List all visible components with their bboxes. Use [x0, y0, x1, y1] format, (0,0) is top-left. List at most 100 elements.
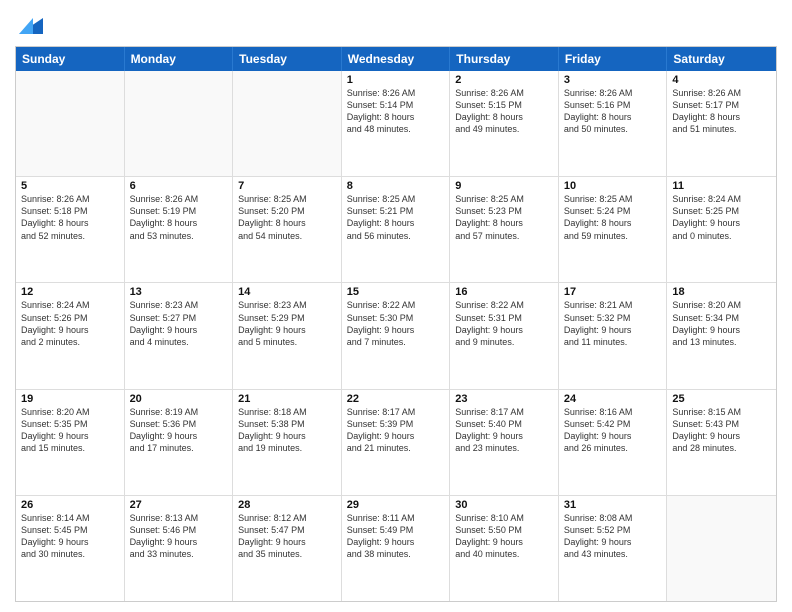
empty-cell — [16, 71, 125, 176]
day-cell-29: 29Sunrise: 8:11 AM Sunset: 5:49 PM Dayli… — [342, 496, 451, 601]
day-cell-6: 6Sunrise: 8:26 AM Sunset: 5:19 PM Daylig… — [125, 177, 234, 282]
calendar-body: 1Sunrise: 8:26 AM Sunset: 5:14 PM Daylig… — [16, 71, 776, 601]
day-info: Sunrise: 8:23 AM Sunset: 5:27 PM Dayligh… — [130, 299, 228, 348]
day-cell-3: 3Sunrise: 8:26 AM Sunset: 5:16 PM Daylig… — [559, 71, 668, 176]
day-cell-22: 22Sunrise: 8:17 AM Sunset: 5:39 PM Dayli… — [342, 390, 451, 495]
day-cell-31: 31Sunrise: 8:08 AM Sunset: 5:52 PM Dayli… — [559, 496, 668, 601]
day-number: 6 — [130, 180, 228, 192]
day-number: 11 — [672, 180, 771, 192]
day-info: Sunrise: 8:12 AM Sunset: 5:47 PM Dayligh… — [238, 512, 336, 561]
day-cell-15: 15Sunrise: 8:22 AM Sunset: 5:30 PM Dayli… — [342, 283, 451, 388]
day-cell-17: 17Sunrise: 8:21 AM Sunset: 5:32 PM Dayli… — [559, 283, 668, 388]
day-number: 18 — [672, 286, 771, 298]
empty-cell — [125, 71, 234, 176]
calendar: SundayMondayTuesdayWednesdayThursdayFrid… — [15, 46, 777, 602]
day-info: Sunrise: 8:26 AM Sunset: 5:19 PM Dayligh… — [130, 193, 228, 242]
header-day-monday: Monday — [125, 47, 234, 71]
day-cell-20: 20Sunrise: 8:19 AM Sunset: 5:36 PM Dayli… — [125, 390, 234, 495]
day-cell-8: 8Sunrise: 8:25 AM Sunset: 5:21 PM Daylig… — [342, 177, 451, 282]
day-number: 31 — [564, 499, 662, 511]
day-number: 13 — [130, 286, 228, 298]
day-info: Sunrise: 8:22 AM Sunset: 5:30 PM Dayligh… — [347, 299, 445, 348]
day-number: 2 — [455, 74, 553, 86]
day-number: 25 — [672, 393, 771, 405]
day-cell-10: 10Sunrise: 8:25 AM Sunset: 5:24 PM Dayli… — [559, 177, 668, 282]
day-number: 29 — [347, 499, 445, 511]
day-cell-14: 14Sunrise: 8:23 AM Sunset: 5:29 PM Dayli… — [233, 283, 342, 388]
day-number: 5 — [21, 180, 119, 192]
day-cell-12: 12Sunrise: 8:24 AM Sunset: 5:26 PM Dayli… — [16, 283, 125, 388]
day-info: Sunrise: 8:26 AM Sunset: 5:15 PM Dayligh… — [455, 87, 553, 136]
day-info: Sunrise: 8:20 AM Sunset: 5:35 PM Dayligh… — [21, 406, 119, 455]
day-number: 3 — [564, 74, 662, 86]
day-info: Sunrise: 8:15 AM Sunset: 5:43 PM Dayligh… — [672, 406, 771, 455]
header-day-wednesday: Wednesday — [342, 47, 451, 71]
day-info: Sunrise: 8:18 AM Sunset: 5:38 PM Dayligh… — [238, 406, 336, 455]
day-info: Sunrise: 8:20 AM Sunset: 5:34 PM Dayligh… — [672, 299, 771, 348]
week-row-2: 12Sunrise: 8:24 AM Sunset: 5:26 PM Dayli… — [16, 282, 776, 388]
day-info: Sunrise: 8:21 AM Sunset: 5:32 PM Dayligh… — [564, 299, 662, 348]
day-info: Sunrise: 8:22 AM Sunset: 5:31 PM Dayligh… — [455, 299, 553, 348]
day-cell-21: 21Sunrise: 8:18 AM Sunset: 5:38 PM Dayli… — [233, 390, 342, 495]
day-info: Sunrise: 8:17 AM Sunset: 5:40 PM Dayligh… — [455, 406, 553, 455]
day-info: Sunrise: 8:19 AM Sunset: 5:36 PM Dayligh… — [130, 406, 228, 455]
empty-cell — [667, 496, 776, 601]
day-info: Sunrise: 8:25 AM Sunset: 5:21 PM Dayligh… — [347, 193, 445, 242]
day-number: 30 — [455, 499, 553, 511]
day-info: Sunrise: 8:10 AM Sunset: 5:50 PM Dayligh… — [455, 512, 553, 561]
day-number: 19 — [21, 393, 119, 405]
day-number: 26 — [21, 499, 119, 511]
week-row-1: 5Sunrise: 8:26 AM Sunset: 5:18 PM Daylig… — [16, 176, 776, 282]
day-info: Sunrise: 8:11 AM Sunset: 5:49 PM Dayligh… — [347, 512, 445, 561]
day-number: 22 — [347, 393, 445, 405]
day-cell-19: 19Sunrise: 8:20 AM Sunset: 5:35 PM Dayli… — [16, 390, 125, 495]
day-cell-7: 7Sunrise: 8:25 AM Sunset: 5:20 PM Daylig… — [233, 177, 342, 282]
day-info: Sunrise: 8:24 AM Sunset: 5:25 PM Dayligh… — [672, 193, 771, 242]
header-day-sunday: Sunday — [16, 47, 125, 71]
header-day-thursday: Thursday — [450, 47, 559, 71]
day-info: Sunrise: 8:26 AM Sunset: 5:16 PM Dayligh… — [564, 87, 662, 136]
day-cell-26: 26Sunrise: 8:14 AM Sunset: 5:45 PM Dayli… — [16, 496, 125, 601]
day-info: Sunrise: 8:25 AM Sunset: 5:20 PM Dayligh… — [238, 193, 336, 242]
day-cell-25: 25Sunrise: 8:15 AM Sunset: 5:43 PM Dayli… — [667, 390, 776, 495]
day-cell-28: 28Sunrise: 8:12 AM Sunset: 5:47 PM Dayli… — [233, 496, 342, 601]
day-info: Sunrise: 8:14 AM Sunset: 5:45 PM Dayligh… — [21, 512, 119, 561]
day-info: Sunrise: 8:23 AM Sunset: 5:29 PM Dayligh… — [238, 299, 336, 348]
day-cell-18: 18Sunrise: 8:20 AM Sunset: 5:34 PM Dayli… — [667, 283, 776, 388]
page: SundayMondayTuesdayWednesdayThursdayFrid… — [0, 0, 792, 612]
day-cell-24: 24Sunrise: 8:16 AM Sunset: 5:42 PM Dayli… — [559, 390, 668, 495]
day-cell-5: 5Sunrise: 8:26 AM Sunset: 5:18 PM Daylig… — [16, 177, 125, 282]
day-cell-9: 9Sunrise: 8:25 AM Sunset: 5:23 PM Daylig… — [450, 177, 559, 282]
logo-icon — [15, 14, 45, 38]
day-number: 16 — [455, 286, 553, 298]
day-number: 9 — [455, 180, 553, 192]
day-info: Sunrise: 8:16 AM Sunset: 5:42 PM Dayligh… — [564, 406, 662, 455]
day-cell-13: 13Sunrise: 8:23 AM Sunset: 5:27 PM Dayli… — [125, 283, 234, 388]
day-number: 1 — [347, 74, 445, 86]
header-day-saturday: Saturday — [667, 47, 776, 71]
day-number: 24 — [564, 393, 662, 405]
day-number: 10 — [564, 180, 662, 192]
header-day-friday: Friday — [559, 47, 668, 71]
day-info: Sunrise: 8:25 AM Sunset: 5:24 PM Dayligh… — [564, 193, 662, 242]
week-row-0: 1Sunrise: 8:26 AM Sunset: 5:14 PM Daylig… — [16, 71, 776, 176]
day-cell-16: 16Sunrise: 8:22 AM Sunset: 5:31 PM Dayli… — [450, 283, 559, 388]
day-cell-2: 2Sunrise: 8:26 AM Sunset: 5:15 PM Daylig… — [450, 71, 559, 176]
day-info: Sunrise: 8:26 AM Sunset: 5:14 PM Dayligh… — [347, 87, 445, 136]
day-cell-4: 4Sunrise: 8:26 AM Sunset: 5:17 PM Daylig… — [667, 71, 776, 176]
day-info: Sunrise: 8:26 AM Sunset: 5:18 PM Dayligh… — [21, 193, 119, 242]
day-cell-27: 27Sunrise: 8:13 AM Sunset: 5:46 PM Dayli… — [125, 496, 234, 601]
day-number: 4 — [672, 74, 771, 86]
day-cell-1: 1Sunrise: 8:26 AM Sunset: 5:14 PM Daylig… — [342, 71, 451, 176]
day-number: 14 — [238, 286, 336, 298]
day-number: 8 — [347, 180, 445, 192]
day-number: 27 — [130, 499, 228, 511]
day-number: 15 — [347, 286, 445, 298]
header — [15, 10, 777, 38]
day-number: 20 — [130, 393, 228, 405]
day-cell-11: 11Sunrise: 8:24 AM Sunset: 5:25 PM Dayli… — [667, 177, 776, 282]
day-info: Sunrise: 8:24 AM Sunset: 5:26 PM Dayligh… — [21, 299, 119, 348]
day-cell-30: 30Sunrise: 8:10 AM Sunset: 5:50 PM Dayli… — [450, 496, 559, 601]
day-number: 7 — [238, 180, 336, 192]
day-number: 28 — [238, 499, 336, 511]
